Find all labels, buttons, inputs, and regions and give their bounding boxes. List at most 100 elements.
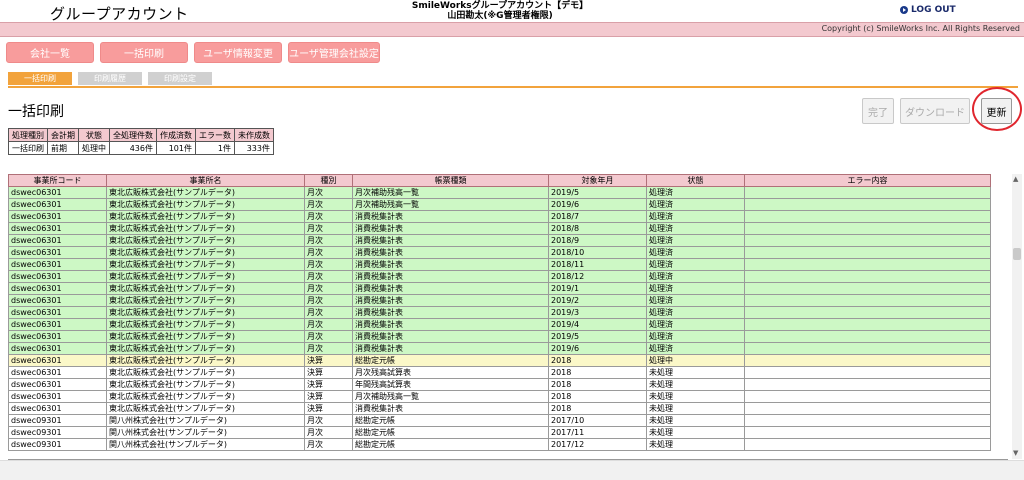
table-cell: 2018/9 xyxy=(548,234,647,247)
nav-company-list-button[interactable]: 会社一覧 xyxy=(6,42,94,63)
table-cell: 2018 xyxy=(548,354,647,367)
column-header: エラー内容 xyxy=(744,174,991,187)
logout-link[interactable]: LOG OUT xyxy=(900,5,956,15)
table-row: dswec06301 東北広販株式会社(サンプルデータ) 月次 消費税集計表 2019/… xyxy=(8,342,991,355)
table-cell xyxy=(744,198,991,211)
nav-bulk-print-button[interactable]: 一括印刷 xyxy=(100,42,188,63)
table-cell: 総勘定元帳 xyxy=(352,426,549,439)
table-cell: dswec06301 xyxy=(8,210,107,223)
job-table-container[interactable]: 事業所コード 事業所名 種別 帳票種類 対象年月 状態 エラー内容 dswec0… xyxy=(8,174,1008,460)
table-cell: 処理済 xyxy=(646,306,745,319)
summary-header: 作成済数 xyxy=(156,128,196,142)
page-title: 一括印刷 xyxy=(8,104,64,120)
table-cell: 2018 xyxy=(548,378,647,391)
table-cell xyxy=(744,234,991,247)
summary-header: エラー数 xyxy=(195,128,235,142)
table-cell: dswec06301 xyxy=(8,270,107,283)
download-button[interactable]: ダウンロード xyxy=(900,98,970,124)
table-row: dswec06301 東北広販株式会社(サンプルデータ) 決算 総勘定元帳 2018 処理… xyxy=(8,354,991,367)
table-cell: 消費税集計表 xyxy=(352,318,549,331)
table-cell: 月次 xyxy=(304,294,353,307)
table-cell: 処理中 xyxy=(646,354,745,367)
table-cell: 月次 xyxy=(304,330,353,343)
table-cell: dswec06301 xyxy=(8,198,107,211)
table-cell xyxy=(744,354,991,367)
table-cell xyxy=(744,438,991,451)
table-cell xyxy=(744,282,991,295)
table-cell: 東北広販株式会社(サンプルデータ) xyxy=(106,402,305,415)
summary-cell: 一括印刷 xyxy=(8,141,48,155)
table-row: dswec06301 東北広販株式会社(サンプルデータ) 月次 消費税集計表 2018/… xyxy=(8,270,991,283)
table-cell xyxy=(744,306,991,319)
column-header: 対象年月 xyxy=(548,174,647,187)
table-cell xyxy=(744,378,991,391)
table-row: dswec06301 東北広販株式会社(サンプルデータ) 月次 消費税集計表 2019/… xyxy=(8,306,991,319)
table-cell: 2018 xyxy=(548,366,647,379)
table-cell: 消費税集計表 xyxy=(352,306,549,319)
table-cell: 決算 xyxy=(304,354,353,367)
table-cell: 消費税集計表 xyxy=(352,270,549,283)
table-cell: dswec06301 xyxy=(8,258,107,271)
tab-print-history[interactable]: 印刷履歴 xyxy=(78,72,142,85)
scroll-down-icon[interactable]: ▼ xyxy=(1013,449,1018,457)
summary-header: 処理種別 xyxy=(8,128,48,142)
table-row: dswec06301 東北広販株式会社(サンプルデータ) 決算 月次残高試算表 2018… xyxy=(8,366,991,379)
tab-print-settings[interactable]: 印刷設定 xyxy=(148,72,212,85)
main-nav: 会社一覧 一括印刷 ユーザ情報変更 ユーザ管理会社設定 xyxy=(6,42,380,63)
table-cell: 東北広販株式会社(サンプルデータ) xyxy=(106,354,305,367)
tab-underline xyxy=(8,86,1018,88)
table-cell: 処理済 xyxy=(646,318,745,331)
table-row: dswec06301 東北広販株式会社(サンプルデータ) 月次 消費税集計表 2019/… xyxy=(8,318,991,331)
table-cell xyxy=(744,186,991,199)
vertical-scrollbar[interactable]: ▲ ▼ xyxy=(1012,174,1022,459)
summary-header: 未作成数 xyxy=(234,128,274,142)
table-cell: 東北広販株式会社(サンプルデータ) xyxy=(106,258,305,271)
table-cell: 処理済 xyxy=(646,210,745,223)
table-cell: 東北広販株式会社(サンプルデータ) xyxy=(106,282,305,295)
table-cell: 2019/4 xyxy=(548,318,647,331)
copyright-bar: Copyright (c) SmileWorks Inc. All Rights… xyxy=(0,22,1024,37)
table-cell: 月次 xyxy=(304,306,353,319)
table-cell: 月次 xyxy=(304,246,353,259)
table-row: dswec09301 関八州株式会社(サンプルデータ) 月次 総勘定元帳 2017/12… xyxy=(8,438,991,451)
table-cell: dswec06301 xyxy=(8,366,107,379)
table-cell: 処理済 xyxy=(646,186,745,199)
table-cell: 消費税集計表 xyxy=(352,342,549,355)
table-cell: 関八州株式会社(サンプルデータ) xyxy=(106,438,305,451)
table-cell xyxy=(744,342,991,355)
table-cell: 処理済 xyxy=(646,282,745,295)
table-cell: 2019/2 xyxy=(548,294,647,307)
scroll-thumb[interactable] xyxy=(1013,248,1021,260)
table-cell: 未処理 xyxy=(646,414,745,427)
summary-cell: 処理中 xyxy=(78,141,110,155)
horizontal-scrollbar[interactable] xyxy=(0,460,1024,480)
table-cell: 東北広販株式会社(サンプルデータ) xyxy=(106,366,305,379)
tab-bulk-print[interactable]: 一括印刷 xyxy=(8,72,72,85)
table-cell xyxy=(744,270,991,283)
table-cell: 処理済 xyxy=(646,342,745,355)
table-row: dswec06301 東北広販株式会社(サンプルデータ) 決算 消費税集計表 2018 未… xyxy=(8,402,991,415)
scroll-up-icon[interactable]: ▲ xyxy=(1013,175,1018,183)
table-cell: 月次 xyxy=(304,414,353,427)
table-cell: 消費税集計表 xyxy=(352,246,549,259)
table-cell: 消費税集計表 xyxy=(352,402,549,415)
summary-header: 状態 xyxy=(78,128,110,142)
table-cell: 月次 xyxy=(304,342,353,355)
summary-header-row: 処理種別 会計期 状態 全処理件数 作成済数 エラー数 未作成数 xyxy=(8,128,274,142)
table-cell: 消費税集計表 xyxy=(352,222,549,235)
table-cell: 2019/3 xyxy=(548,306,647,319)
nav-user-company-settings-button[interactable]: ユーザ管理会社設定 xyxy=(288,42,380,63)
table-cell: dswec09301 xyxy=(8,414,107,427)
column-header: 状態 xyxy=(646,174,745,187)
table-cell: 東北広販株式会社(サンプルデータ) xyxy=(106,270,305,283)
done-button[interactable]: 完了 xyxy=(862,98,894,124)
nav-user-info-button[interactable]: ユーザ情報変更 xyxy=(194,42,282,63)
table-cell: 東北広販株式会社(サンプルデータ) xyxy=(106,330,305,343)
table-cell xyxy=(744,402,991,415)
table-cell: 処理済 xyxy=(646,234,745,247)
table-cell: 消費税集計表 xyxy=(352,210,549,223)
table-cell xyxy=(744,210,991,223)
table-cell: 関八州株式会社(サンプルデータ) xyxy=(106,426,305,439)
refresh-button[interactable]: 更新 xyxy=(981,98,1012,124)
table-cell xyxy=(744,366,991,379)
